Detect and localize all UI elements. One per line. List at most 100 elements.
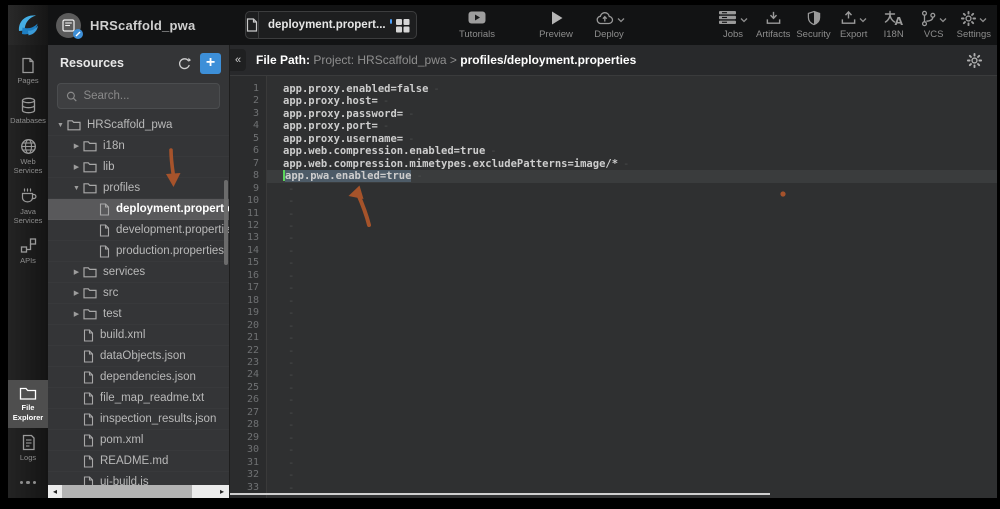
line-number: 9 — [230, 183, 259, 195]
code-line[interactable] — [267, 382, 997, 394]
code-line[interactable] — [267, 432, 997, 444]
tree-item-inspection-results-json[interactable]: inspection_results.json — [48, 409, 229, 430]
code-line[interactable]: app.proxy.password= — [267, 108, 997, 120]
tree-item-development-properties[interactable]: development.properties — [48, 220, 229, 241]
topbar-export-button[interactable]: Export — [834, 5, 874, 45]
code-line[interactable] — [267, 369, 997, 381]
expand-arrow-icon[interactable]: ▶ — [70, 142, 83, 150]
tree-item-file-map-readme-txt[interactable]: file_map_readme.txt — [48, 388, 229, 409]
expand-arrow-icon[interactable]: ▶ — [70, 310, 83, 318]
topbar-jobs-button[interactable]: Jobs — [713, 5, 753, 45]
editor-horizontal-scrollbar[interactable] — [230, 493, 770, 495]
topbar-settings-button[interactable]: Settings — [954, 5, 994, 45]
project-chip[interactable]: HRScaffold_pwa — [56, 5, 195, 45]
code-line[interactable]: app.proxy.host= — [267, 95, 997, 107]
code-line[interactable] — [267, 407, 997, 419]
sidebar-item-apis[interactable]: APIs — [8, 231, 48, 271]
sidebar-item-databases[interactable]: Databases — [8, 91, 48, 131]
code-line[interactable] — [267, 295, 997, 307]
expand-arrow-icon[interactable]: ▶ — [70, 163, 83, 171]
expand-arrow-icon[interactable]: ▼ — [70, 185, 83, 192]
code-line[interactable]: app.proxy.username= — [267, 133, 997, 145]
tree-item-production-properties[interactable]: production.properties — [48, 241, 229, 262]
tree-item-src[interactable]: ▶src — [48, 283, 229, 304]
code-line[interactable] — [267, 220, 997, 232]
code-line[interactable] — [267, 357, 997, 369]
code-line[interactable] — [267, 307, 997, 319]
tree-item-dataobjects-json[interactable]: dataObjects.json — [48, 346, 229, 367]
tree-item-deployment-properties[interactable]: deployment.properties — [48, 199, 229, 220]
tree-item-services[interactable]: ▶services — [48, 262, 229, 283]
tree-item-readme-md[interactable]: README.md — [48, 451, 229, 472]
file-tab[interactable]: deployment.propert... — [245, 11, 417, 39]
add-resource-button[interactable]: + — [200, 53, 221, 74]
wavemaker-logo[interactable] — [8, 5, 48, 45]
tree-item-hrscaffold-pwa[interactable]: ▼HRScaffold_pwa — [48, 115, 229, 136]
more-options-button[interactable] — [8, 469, 48, 499]
tree-vertical-scrollbar[interactable] — [224, 180, 228, 265]
tree-item-ui-build-js[interactable]: ui-build.js — [48, 472, 229, 485]
expand-arrow-icon[interactable]: ▼ — [54, 122, 67, 129]
chevron-down-icon — [617, 17, 625, 23]
code-line[interactable]: app.pwa.enabled=true — [267, 170, 997, 182]
editor-settings-gear-icon[interactable] — [966, 52, 983, 69]
code-line[interactable] — [267, 320, 997, 332]
refresh-icon[interactable] — [176, 56, 191, 71]
file-icon — [83, 434, 94, 447]
code-line[interactable]: app.proxy.port= — [267, 120, 997, 132]
code-line[interactable] — [267, 469, 997, 481]
code-line[interactable]: app.web.compression.enabled=true — [267, 145, 997, 157]
code-line[interactable]: app.web.compression.mimetypes.excludePat… — [267, 158, 997, 170]
line-number: 29 — [230, 432, 259, 444]
code-line[interactable] — [267, 195, 997, 207]
tree-horizontal-scrollbar[interactable]: ◂ ▸ — [48, 485, 229, 498]
line-number: 3 — [230, 108, 259, 120]
tree-item-build-xml[interactable]: build.xml — [48, 325, 229, 346]
tree-item-lib[interactable]: ▶lib — [48, 157, 229, 178]
code-line[interactable]: app.proxy.enabled=false — [267, 83, 997, 95]
code-line[interactable] — [267, 345, 997, 357]
file-icon[interactable] — [246, 12, 259, 38]
tutorials-button[interactable]: Tutorials — [448, 5, 506, 45]
deploy-button[interactable]: Deploy — [580, 5, 638, 45]
topbar-i18n-button[interactable]: AI18N — [874, 5, 914, 45]
code-line[interactable] — [267, 444, 997, 456]
tree-item-pom-xml[interactable]: pom.xml — [48, 430, 229, 451]
sidebar-item-pages[interactable]: Pages — [8, 51, 48, 91]
expand-arrow-icon[interactable]: ▶ — [70, 268, 83, 276]
sidebar-item-web-services[interactable]: Web Services — [8, 132, 48, 182]
code-line[interactable] — [267, 208, 997, 220]
code-line[interactable] — [267, 257, 997, 269]
project-name: HRScaffold_pwa — [90, 18, 195, 33]
code-line[interactable] — [267, 282, 997, 294]
sidebar-item-logs[interactable]: Logs — [8, 428, 48, 468]
topbar-artifacts-button[interactable]: Artifacts — [753, 5, 793, 45]
grid-icon[interactable] — [395, 18, 416, 33]
tree-item-i18n[interactable]: ▶i18n — [48, 136, 229, 157]
tree-item-test[interactable]: ▶test — [48, 304, 229, 325]
collapse-tree-button[interactable]: « — [230, 49, 246, 71]
sidebar-item-file-explorer[interactable]: File Explorer — [8, 380, 48, 428]
code-editor[interactable]: 1234567891011121314151617181920212223242… — [230, 76, 997, 498]
sidebar-item-java-services[interactable]: Java Services — [8, 182, 48, 232]
scroll-right-icon[interactable]: ▸ — [215, 485, 229, 498]
code-line[interactable] — [267, 270, 997, 282]
tree-item-dependencies-json[interactable]: dependencies.json — [48, 367, 229, 388]
code-line[interactable] — [267, 394, 997, 406]
scroll-left-icon[interactable]: ◂ — [48, 485, 62, 498]
expand-arrow-icon[interactable]: ▶ — [70, 289, 83, 297]
resources-title: Resources — [60, 56, 167, 70]
code-line[interactable] — [267, 419, 997, 431]
code-line[interactable] — [267, 183, 997, 195]
tree-item-profiles[interactable]: ▼profiles — [48, 178, 229, 199]
search-input[interactable] — [83, 90, 211, 102]
code-line[interactable] — [267, 245, 997, 257]
preview-button[interactable]: Preview — [532, 5, 580, 45]
code-line[interactable] — [267, 457, 997, 469]
topbar-security-button[interactable]: Security — [793, 5, 833, 45]
file-icon — [83, 371, 94, 384]
scrollbar-thumb[interactable] — [62, 485, 192, 498]
topbar-vcs-button[interactable]: VCS — [914, 5, 954, 45]
code-line[interactable] — [267, 332, 997, 344]
code-line[interactable] — [267, 232, 997, 244]
